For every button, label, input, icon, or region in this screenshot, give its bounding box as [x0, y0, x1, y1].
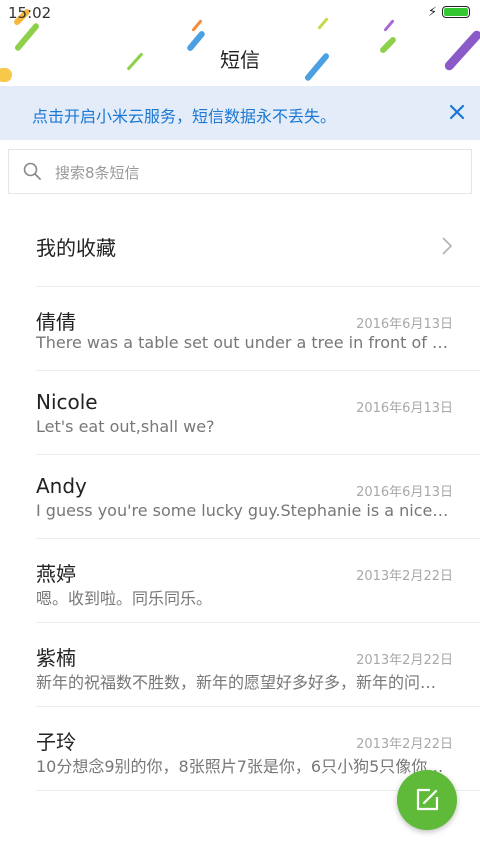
conversation-row[interactable]: 紫楠 2013年2月22日 新年的祝福数不胜数，新年的愿望好多好多，新年的问候最… — [0, 623, 480, 707]
contact-name: 紫楠 — [36, 646, 76, 670]
contact-name: 燕婷 — [36, 562, 76, 586]
message-date: 2013年2月22日 — [356, 737, 453, 752]
conversation-row[interactable]: 倩倩 2016年6月13日 There was a table set out … — [0, 287, 480, 371]
message-preview: There was a table set out under a tree i… — [36, 333, 452, 352]
message-date: 2013年2月22日 — [356, 653, 453, 668]
conversation-list: 倩倩 2016年6月13日 There was a table set out … — [0, 287, 480, 791]
contact-name: 倩倩 — [36, 310, 76, 334]
cloud-service-banner[interactable]: 点击开启小米云服务，短信数据永不丢失。 — [0, 86, 480, 140]
search-bar[interactable]: 搜索8条短信 — [8, 149, 472, 194]
chevron-right-icon — [440, 236, 454, 256]
page-title: 短信 — [220, 48, 260, 72]
close-icon[interactable] — [446, 101, 468, 123]
message-date: 2016年6月13日 — [356, 485, 453, 500]
contact-name: 子玲 — [36, 730, 76, 754]
search-icon — [23, 162, 41, 180]
message-date: 2016年6月13日 — [356, 401, 453, 416]
search-input[interactable]: 搜索8条短信 — [55, 162, 140, 183]
conversation-row[interactable]: Andy 2016年6月13日 I guess you're some luck… — [0, 455, 480, 539]
message-preview: 新年的祝福数不胜数，新年的愿望好多好多，新年的问候最真心 — [36, 673, 452, 692]
message-preview: 嗯。收到啦。同乐同乐。 — [36, 589, 213, 608]
favorites-item[interactable]: 我的收藏 — [0, 203, 480, 287]
banner-message[interactable]: 点击开启小米云服务，短信数据永不丢失。 — [32, 103, 336, 127]
compose-icon — [416, 788, 439, 811]
message-preview: Let's eat out,shall we? — [36, 417, 215, 436]
conversation-row[interactable]: Nicole 2016年6月13日 Let's eat out,shall we… — [0, 371, 480, 455]
message-date: 2016年6月13日 — [356, 317, 453, 332]
status-time: 15:02 — [8, 4, 52, 22]
battery-icon — [442, 6, 470, 18]
lightning-icon: ⚡ — [428, 5, 438, 20]
status-bar: 15:02 ⚡ — [0, 0, 480, 28]
message-date: 2013年2月22日 — [356, 569, 453, 584]
contact-name: Nicole — [36, 390, 98, 414]
contact-name: Andy — [36, 474, 87, 498]
favorites-label: 我的收藏 — [36, 236, 116, 260]
message-preview: I guess you're some lucky guy.Stephanie … — [36, 501, 452, 520]
compose-button[interactable] — [397, 770, 457, 830]
conversation-row[interactable]: 燕婷 2013年2月22日 嗯。收到啦。同乐同乐。 — [0, 539, 480, 623]
message-preview: 10分想念9别的你，8张照片7张是你，6只小狗5只像你，4 — [36, 757, 452, 776]
